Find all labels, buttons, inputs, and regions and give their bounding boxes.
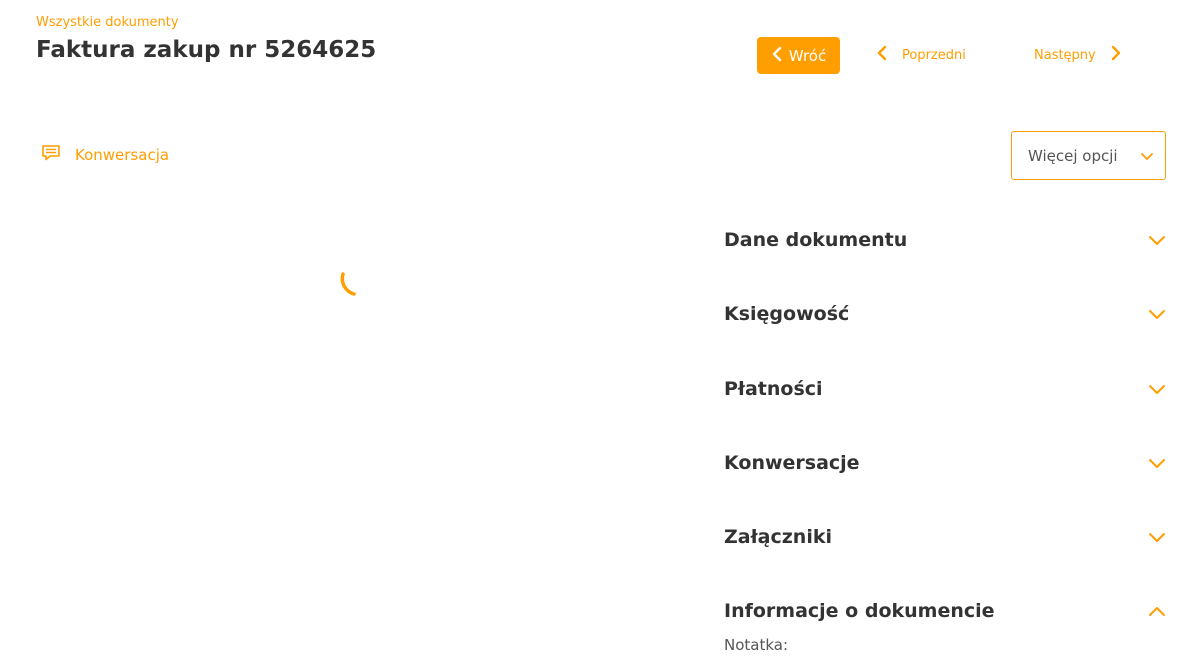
- loading-spinner-icon: [336, 262, 376, 302]
- back-button-label: Wróć: [788, 46, 827, 65]
- section-conversations[interactable]: Konwersacje: [724, 443, 1168, 483]
- more-options-label: Więcej opcji: [1028, 146, 1118, 165]
- chevron-left-icon: [876, 44, 888, 66]
- section-payments[interactable]: Płatności: [724, 369, 1168, 409]
- chevron-down-icon: [1148, 528, 1168, 547]
- breadcrumb[interactable]: Wszystkie dokumenty: [36, 15, 179, 30]
- page-title: Faktura zakup nr 5264625: [36, 37, 377, 63]
- conversation-label: Konwersacja: [75, 146, 170, 164]
- chevron-down-icon: [1148, 454, 1168, 473]
- conversation-button[interactable]: Konwersacja: [41, 144, 169, 166]
- chat-icon: [41, 144, 63, 166]
- section-title: Płatności: [724, 378, 823, 400]
- chevron-down-icon: [1148, 231, 1168, 250]
- section-title: Księgowość: [724, 303, 850, 325]
- next-document-button[interactable]: Następny: [1034, 42, 1122, 68]
- chevron-left-icon: [771, 46, 783, 66]
- chevron-down-icon: [1140, 147, 1154, 165]
- section-title: Konwersacje: [724, 452, 860, 474]
- section-document-info[interactable]: Informacje o dokumencie: [724, 591, 1168, 631]
- previous-label: Poprzedni: [902, 47, 966, 63]
- note-label: Notatka:: [724, 636, 789, 654]
- chevron-down-icon: [1148, 305, 1168, 324]
- previous-document-button[interactable]: Poprzedni: [876, 42, 966, 68]
- section-title: Dane dokumentu: [724, 229, 908, 251]
- section-accounting[interactable]: Księgowość: [724, 294, 1168, 334]
- chevron-right-icon: [1110, 44, 1122, 66]
- back-button[interactable]: Wróć: [757, 37, 840, 74]
- next-label: Następny: [1034, 47, 1096, 63]
- section-title: Załączniki: [724, 526, 832, 548]
- section-document-data[interactable]: Dane dokumentu: [724, 220, 1168, 260]
- more-options-dropdown[interactable]: Więcej opcji: [1011, 131, 1166, 180]
- chevron-up-icon: [1148, 602, 1168, 621]
- section-title: Informacje o dokumencie: [724, 600, 995, 622]
- section-attachments[interactable]: Załączniki: [724, 517, 1168, 557]
- chevron-down-icon: [1148, 380, 1168, 399]
